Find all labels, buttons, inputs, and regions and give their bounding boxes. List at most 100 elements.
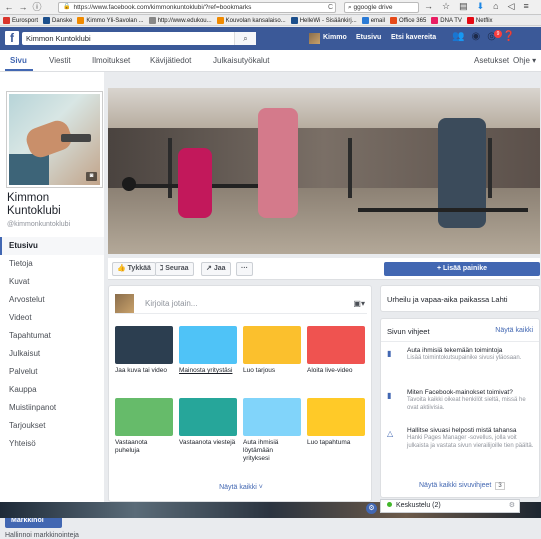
composer-input-row[interactable]: Kirjoita jotain... ▣▾	[115, 294, 367, 314]
sidebar-item[interactable]: Muistiinpanot	[0, 399, 104, 417]
tile-label: Vastaanota viestejä	[179, 439, 236, 446]
tip-item[interactable]: △ Hallitse sivuasi helposti mistä tahans…	[387, 427, 537, 450]
post-composer: Kirjoita jotain... ▣▾ Jaa kuva tai video…	[108, 285, 372, 502]
bookmark-item[interactable]: email	[361, 17, 386, 24]
sidebar-item[interactable]: Kauppa	[0, 381, 104, 399]
composer-tile[interactable]: Mainosta yritystäsi	[179, 326, 237, 375]
settings-icon[interactable]: ⚙	[366, 503, 377, 514]
bookmark-label: Netflix	[475, 17, 493, 24]
sidebar-item[interactable]: Kuvat	[0, 273, 104, 291]
composer-tile[interactable]: Luo tarjous	[243, 326, 301, 375]
facebook-logo-icon[interactable]: f	[5, 31, 19, 45]
search-icon[interactable]: ⌕	[234, 32, 256, 45]
bookmark-favicon-icon	[77, 17, 85, 24]
page-tips-card: Sivun vihjeet Näytä kaikki ▮ Auta ihmisi…	[380, 318, 540, 498]
tip-item[interactable]: ▮ Auta ihmisiä tekemään toimintoja Lisää…	[387, 347, 537, 363]
manage-promotions-link[interactable]: Hallinnoi markkinointeja	[5, 532, 79, 539]
like-button[interactable]: 👍 Tykkää	[112, 262, 156, 276]
composer-tile[interactable]: Jaa kuva tai video	[115, 326, 173, 375]
bookmark-item[interactable]: Netflix	[466, 17, 493, 24]
tab-help[interactable]: Ohje ▾	[513, 56, 536, 65]
tips-title: Sivun vihjeet	[387, 327, 430, 336]
avatar[interactable]	[309, 33, 320, 44]
tips-see-all-link[interactable]: Näytä kaikki	[495, 327, 533, 334]
nav-profile[interactable]: Kimmo	[323, 34, 347, 41]
bookmark-item[interactable]: http://www.edukou...	[148, 17, 212, 24]
help-icon[interactable]: ❓	[503, 31, 515, 42]
attach-icon[interactable]: ▣▾	[353, 299, 365, 308]
bookmark-label: Office 365	[399, 17, 427, 24]
sidebar-item[interactable]: Tarjoukset	[0, 417, 104, 435]
clipboard-icon[interactable]: ▤	[459, 1, 468, 12]
messages-icon[interactable]: ◉	[471, 31, 480, 42]
nav-home[interactable]: Etusivu	[356, 34, 381, 41]
sidebar-item[interactable]: Tietoja	[0, 255, 104, 273]
sidebar-item[interactable]: Videot	[0, 309, 104, 327]
forward-icon[interactable]: →	[18, 2, 28, 12]
alert-icon: △	[387, 429, 394, 438]
home-icon[interactable]: ⌂	[493, 1, 498, 12]
composer-tile[interactable]: Vastaanota viestejä	[179, 398, 237, 447]
composer-placeholder[interactable]: Kirjoita jotain...	[145, 299, 197, 308]
chat-settings-icon[interactable]: ⚙	[509, 500, 515, 512]
bookmark-item[interactable]: Eurosport	[3, 17, 38, 24]
tab-settings[interactable]: Asetukset	[474, 56, 509, 65]
browser-icons: → ☆ ▤ ⬇ ⌂ ◁ ≡	[424, 1, 529, 12]
composer-tile[interactable]: Aloita live-video	[307, 326, 365, 375]
bookmark-item[interactable]: HelleWi - Sisäänkirj...	[290, 17, 357, 24]
page-navigation: Sivu Viestit Ilmoitukset Kävijätiedot Ju…	[0, 50, 541, 72]
bookmark-item[interactable]: DNA TV	[431, 17, 462, 24]
tile-label: Mainosta yritystäsi	[179, 367, 233, 374]
tab-publishing-tools[interactable]: Julkaisutyökalut	[213, 56, 269, 65]
info-icon[interactable]: ⓘ	[32, 2, 42, 12]
chat-bar[interactable]: Keskustelu (2) ⚙	[380, 499, 520, 513]
download-icon[interactable]: ⬇	[477, 1, 485, 12]
bookmark-item[interactable]: Office 365	[390, 17, 426, 24]
back-icon[interactable]: ←	[4, 2, 14, 12]
tab-insights[interactable]: Kävijätiedot	[150, 56, 191, 65]
friends-icon[interactable]: 👥	[452, 31, 464, 42]
sidebar-item[interactable]: Tapahtumat	[0, 327, 104, 345]
sidebar-item[interactable]: Yhteisö	[0, 435, 104, 453]
share-button[interactable]: ↗ Jaa	[201, 262, 231, 276]
star-icon[interactable]: ☆	[442, 1, 450, 12]
add-button[interactable]: + Lisää painike	[384, 262, 540, 276]
sidebar-item[interactable]: Palvelut	[0, 363, 104, 381]
bookmark-favicon-icon	[3, 17, 10, 24]
menu-icon[interactable]: ≡	[524, 1, 529, 12]
bookmark-label: email	[370, 17, 386, 24]
cover-photo[interactable]	[108, 88, 540, 254]
camera-icon[interactable]: ◙	[86, 172, 97, 181]
show-all-link[interactable]: Näytä kaikki ˅	[109, 484, 373, 491]
url-bar[interactable]: 🔒 https://www.facebook.com/kimmonkuntokl…	[58, 2, 336, 13]
composer-tile[interactable]: Vastaanota puheluja	[115, 398, 173, 455]
facebook-search-input[interactable]: Kimmon Kuntoklubi ⌕	[22, 32, 256, 45]
bookmark-item[interactable]: Danske	[43, 17, 72, 24]
bookmark-item[interactable]: Kimmo Yli-Savolan ...	[77, 17, 144, 24]
tab-page[interactable]: Sivu	[10, 56, 27, 65]
follow-button[interactable]: ℷ Seuraa	[155, 262, 194, 276]
facebook-header: f Kimmon Kuntoklubi ⌕ Kimmo Etusivu Etsi…	[0, 27, 541, 50]
send-icon[interactable]: ◁	[508, 1, 515, 12]
reload-icon[interactable]: C	[328, 3, 333, 12]
composer-tile[interactable]: Auta ihmisiä löytämään yrityksesi	[243, 398, 301, 463]
tips-show-all-link[interactable]: Näytä kaikki sivuvihjeet 3	[419, 482, 505, 490]
sidebar-item[interactable]: Arvostelut	[0, 291, 104, 309]
chart-icon: ▮	[387, 391, 392, 400]
tab-notifications[interactable]: Ilmoitukset	[92, 56, 130, 65]
more-button[interactable]: ···	[236, 262, 253, 276]
bookmark-favicon-icon	[361, 17, 369, 24]
tip-item[interactable]: ▮ Miten Facebook-mainokset toimivat? Tav…	[387, 389, 537, 412]
composer-tile[interactable]: Luo tapahtuma	[307, 398, 365, 447]
profile-picture[interactable]: ◙	[7, 92, 102, 187]
tab-messages[interactable]: Viestit	[49, 56, 71, 65]
go-icon[interactable]: →	[424, 1, 433, 12]
notification-badge: 9	[494, 30, 502, 38]
browser-search-input[interactable]: ⌕ ggoogle drive	[344, 2, 419, 13]
bookmark-item[interactable]: Kouvolan kansalaiso...	[216, 17, 286, 24]
nav-find-friends[interactable]: Etsi kavereita	[391, 34, 436, 41]
sidebar-item[interactable]: Julkaisut	[0, 345, 104, 363]
chart-icon: ▮	[387, 349, 392, 358]
sidebar-item[interactable]: Etusivu	[0, 237, 104, 255]
page-handle: @kimmonkuntoklubi	[7, 221, 71, 228]
